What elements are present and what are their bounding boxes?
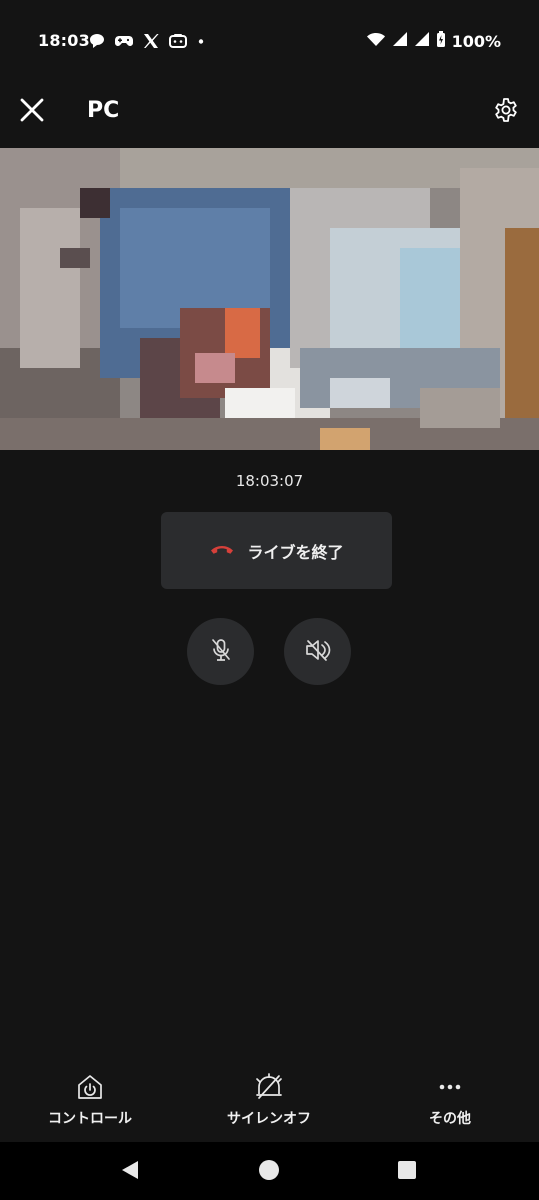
gear-icon (493, 97, 519, 127)
end-live-label: ライブを終了 (247, 542, 344, 562)
wifi-icon (366, 30, 386, 52)
end-live-button[interactable]: ライブを終了 (161, 512, 392, 589)
nav-control-label: コントロール (48, 1111, 132, 1127)
speaker-off-icon (304, 637, 332, 667)
page-title: PC (87, 98, 120, 123)
close-icon (19, 97, 45, 127)
mute-mic-button[interactable] (187, 618, 254, 685)
system-recents-button[interactable] (391, 1156, 423, 1188)
home-circle-icon (258, 1159, 280, 1185)
nav-siren-off-label: サイレンオフ (227, 1111, 311, 1127)
nav-siren-off[interactable]: サイレンオフ (199, 1072, 339, 1128)
bottom-nav: コントロール サイレンオフ その他 (0, 1062, 539, 1142)
recents-square-icon (397, 1160, 417, 1184)
signal-icon (392, 30, 408, 52)
mute-speaker-button[interactable] (284, 618, 351, 685)
power-home-icon (76, 1072, 104, 1102)
system-back-button[interactable] (114, 1156, 146, 1188)
status-indicators: 100% (366, 31, 501, 51)
system-nav-bar (0, 1142, 539, 1200)
close-button[interactable] (14, 94, 50, 130)
nav-control[interactable]: コントロール (20, 1072, 160, 1128)
dot-icon (196, 32, 206, 50)
battery-percent: 100% (451, 31, 501, 51)
siren-off-icon (254, 1072, 284, 1102)
system-home-button[interactable] (253, 1156, 285, 1188)
chat-bubble-icon (88, 32, 106, 50)
signal-icon-2 (414, 30, 430, 52)
game-controller-icon (168, 32, 188, 50)
battery-icon (436, 30, 446, 52)
stream-timestamp: 18:03:07 (235, 472, 304, 490)
status-bar: 18:03 100% (0, 0, 539, 80)
end-call-icon (209, 541, 235, 560)
x-logo-icon (142, 32, 160, 50)
mic-off-icon (209, 637, 233, 667)
nav-more[interactable]: その他 (380, 1072, 520, 1128)
live-video-feed[interactable] (0, 148, 539, 450)
status-time: 18:03 (38, 31, 90, 50)
app-bar: PC (0, 80, 539, 146)
settings-button[interactable] (488, 94, 524, 130)
gamepad-icon (114, 32, 134, 50)
more-dots-icon (438, 1072, 462, 1102)
notification-icons (88, 30, 206, 52)
nav-more-label: その他 (429, 1111, 471, 1127)
back-triangle-icon (119, 1159, 141, 1185)
